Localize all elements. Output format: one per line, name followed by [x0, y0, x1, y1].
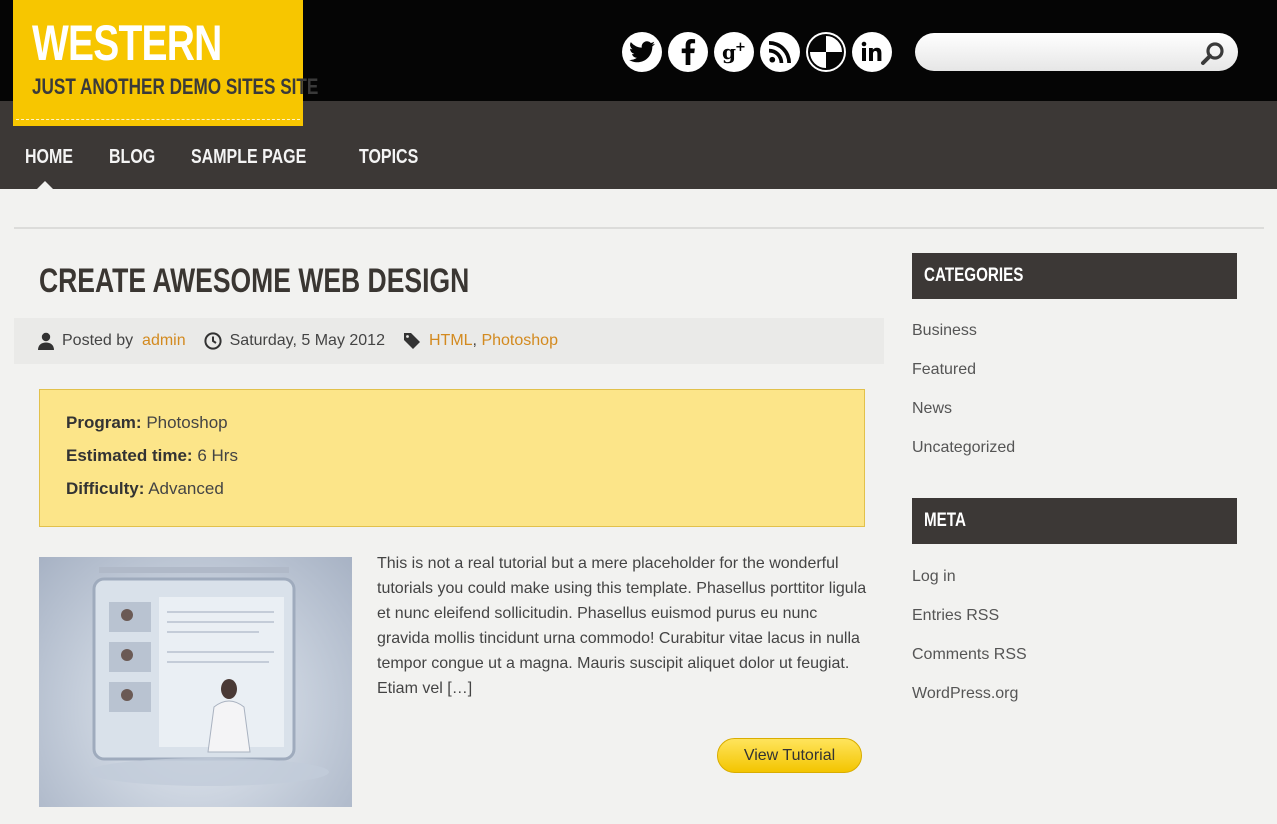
clock-icon — [204, 332, 222, 350]
info-program: Program: Photoshop — [66, 410, 838, 443]
content-divider — [14, 227, 1264, 229]
nav-menu: HOME BLOG SAMPLE PAGE TOPICS — [25, 147, 433, 167]
rss-icon[interactable] — [760, 32, 800, 72]
meta-list: Log in Entries RSS Comments RSS WordPres… — [912, 566, 1027, 722]
post-author: Posted by admin — [38, 332, 186, 350]
tag-link-photoshop[interactable]: Photoshop — [481, 332, 558, 350]
meta-link-login[interactable]: Log in — [912, 566, 1027, 605]
facebook-icon[interactable] — [668, 32, 708, 72]
category-link[interactable]: Uncategorized — [912, 437, 1015, 476]
site-tagline: JUST ANOTHER DEMO SITES SITE — [32, 74, 319, 99]
categories-widget-title: CATEGORIES — [912, 253, 1237, 299]
post-meta: Posted by admin Saturday, 5 May 2012 HTM… — [14, 318, 884, 364]
post-excerpt: This is not a real tutorial but a mere p… — [377, 555, 867, 697]
info-label: Program: — [66, 413, 142, 432]
view-tutorial-button[interactable]: View Tutorial — [717, 738, 862, 773]
meta-link-entries-rss[interactable]: Entries RSS — [912, 605, 1027, 644]
post-title[interactable]: CREATE AWESOME WEB DESIGN — [39, 264, 469, 298]
meta-link-wordpress[interactable]: WordPress.org — [912, 683, 1027, 722]
tag-link-html[interactable]: HTML — [429, 332, 473, 350]
post-date: Saturday, 5 May 2012 — [204, 332, 385, 350]
info-time: Estimated time: 6 Hrs — [66, 443, 838, 476]
category-link[interactable]: Business — [912, 320, 1015, 359]
post-tags: HTML, Photoshop — [403, 332, 558, 350]
social-links: g + — [622, 32, 892, 72]
nav-item-home[interactable]: HOME — [25, 147, 73, 167]
info-value: Photoshop — [146, 413, 228, 432]
nav-item-blog[interactable]: BLOG — [109, 147, 155, 167]
site-title[interactable]: WESTERN — [32, 18, 222, 68]
meta-link-comments-rss[interactable]: Comments RSS — [912, 644, 1027, 683]
tutorial-info-box: Program: Photoshop Estimated time: 6 Hrs… — [39, 389, 865, 527]
info-label: Difficulty: — [66, 479, 145, 498]
nav-item-topics[interactable]: TOPICS — [359, 147, 418, 167]
meta-widget-title: META — [912, 498, 1237, 544]
search-input[interactable] — [929, 41, 1193, 65]
delicious-icon[interactable] — [806, 32, 846, 72]
google-plus-icon[interactable]: g + — [714, 32, 754, 72]
svg-text:g: g — [722, 40, 736, 64]
author-link[interactable]: admin — [142, 332, 186, 350]
info-value: Advanced — [148, 479, 224, 498]
search-icon[interactable] — [1200, 40, 1226, 66]
svg-text:+: + — [735, 40, 746, 55]
tag-icon — [403, 333, 420, 349]
linkedin-icon[interactable] — [852, 32, 892, 72]
categories-list: Business Featured News Uncategorized — [912, 320, 1015, 476]
widget-title-text: CATEGORIES — [924, 265, 1024, 286]
info-label: Estimated time: — [66, 446, 193, 465]
info-value: 6 Hrs — [197, 446, 238, 465]
nav-item-sample-page[interactable]: SAMPLE PAGE — [191, 147, 306, 167]
twitter-icon[interactable] — [622, 32, 662, 72]
thumbnail-illustration — [89, 567, 329, 786]
posted-by-label: Posted by — [62, 332, 134, 349]
site-logo[interactable]: WESTERN JUST ANOTHER DEMO SITES SITE — [13, 0, 318, 126]
tag-separator: , — [472, 332, 477, 349]
active-nav-indicator — [37, 181, 53, 189]
post-thumbnail[interactable] — [39, 557, 352, 807]
search-box — [915, 33, 1238, 71]
category-link[interactable]: Featured — [912, 359, 1015, 398]
user-icon — [38, 332, 54, 350]
category-link[interactable]: News — [912, 398, 1015, 437]
date-text: Saturday, 5 May 2012 — [229, 332, 385, 349]
info-difficulty: Difficulty: Advanced — [66, 476, 838, 509]
widget-title-text: META — [924, 510, 966, 531]
